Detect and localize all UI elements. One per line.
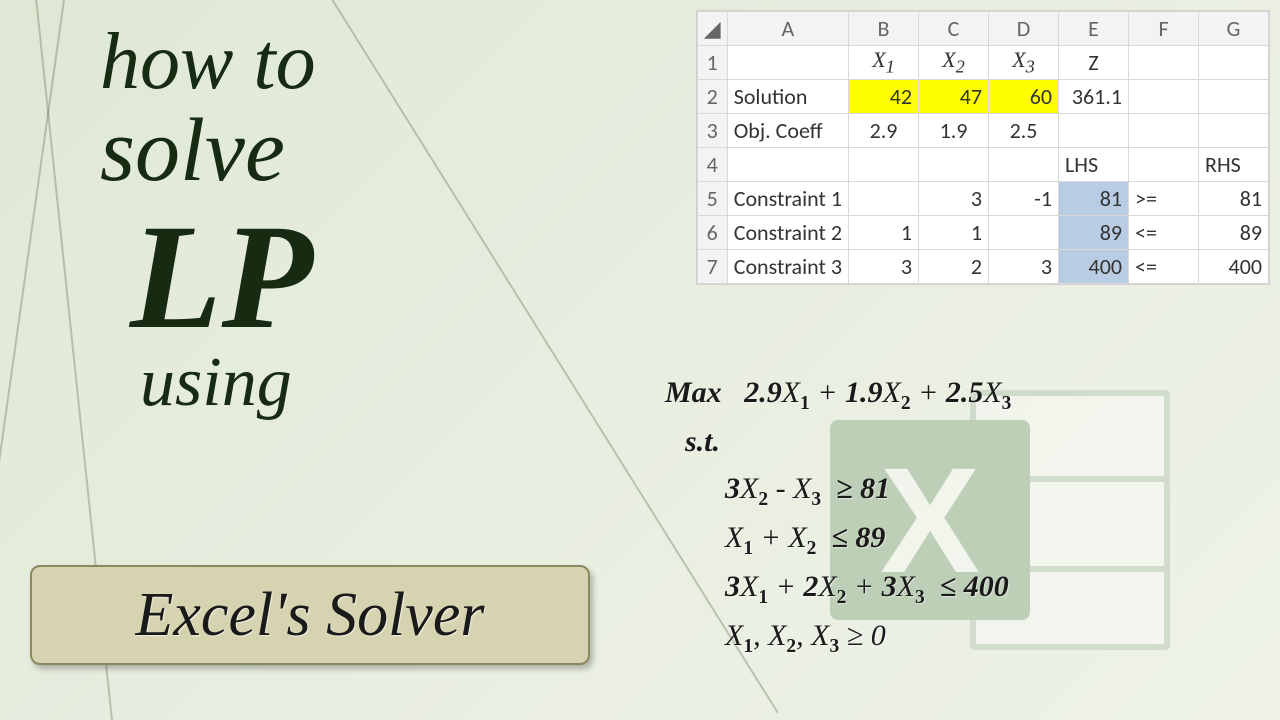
row-header: 6 xyxy=(697,216,727,250)
title-line-4: using xyxy=(140,346,316,420)
table-row: 5 Constraint 1 3 -1 81 >= 81 xyxy=(697,182,1268,216)
cell-solution-x1: 42 xyxy=(849,80,919,114)
title-line-2: solve xyxy=(100,104,316,199)
constraint-line: 3X1 + 2X2 + 3X3 ≤ 400 xyxy=(725,564,1195,613)
row-header: 3 xyxy=(697,114,727,148)
col-header: F xyxy=(1129,12,1199,46)
col-header: E xyxy=(1059,12,1129,46)
cell-label: Constraint 2 xyxy=(727,216,848,250)
cell-rhs: 81 xyxy=(1199,182,1269,216)
table-row: 3 Obj. Coeff 2.9 1.9 2.5 xyxy=(697,114,1268,148)
table-row: 6 Constraint 2 1 1 89 <= 89 xyxy=(697,216,1268,250)
table-row: 2 Solution 42 47 60 361.1 xyxy=(697,80,1268,114)
lp-formulation: Max 2.9X1 + 1.9X2 + 2.5X3 s.t. 3X2 - X3 … xyxy=(665,370,1195,663)
title-block: how to solve LP using xyxy=(100,20,316,420)
subject-to: s.t. xyxy=(685,419,1195,466)
table-row: 4 LHS RHS xyxy=(697,148,1268,182)
constraint-line: X1 + X2 ≤ 89 xyxy=(725,515,1195,564)
column-headers: ◢ A B C D E F G xyxy=(697,12,1268,46)
title-line-1: how to xyxy=(100,20,316,104)
cell-rhs: 400 xyxy=(1199,250,1269,284)
cell-label: LHS xyxy=(1059,148,1129,182)
cell-label: Constraint 1 xyxy=(727,182,848,216)
cell-objective: 361.1 xyxy=(1059,80,1129,114)
cell-label: Solution xyxy=(727,80,848,114)
cell-op: >= xyxy=(1129,182,1199,216)
nonneg-line: X1, X2, X3 ≥ 0 xyxy=(725,613,1195,662)
cell-lhs: 400 xyxy=(1059,250,1129,284)
cell-solution-x2: 47 xyxy=(919,80,989,114)
cell-solution-x3: 60 xyxy=(989,80,1059,114)
row-header: 7 xyxy=(697,250,727,284)
col-header: B xyxy=(849,12,919,46)
cell-label: Constraint 3 xyxy=(727,250,848,284)
col-header: G xyxy=(1199,12,1269,46)
cell-op: <= xyxy=(1129,216,1199,250)
cell-lhs: 89 xyxy=(1059,216,1129,250)
cell-label: Obj. Coeff xyxy=(727,114,848,148)
select-all-corner: ◢ xyxy=(697,12,727,46)
col-header: A xyxy=(727,12,848,46)
title-line-3: LP xyxy=(130,199,316,357)
constraint-line: 3X2 - X3 ≥ 81 xyxy=(725,466,1195,515)
cell-label: RHS xyxy=(1199,148,1269,182)
row-header: 5 xyxy=(697,182,727,216)
cell-rhs: 89 xyxy=(1199,216,1269,250)
row-header: 2 xyxy=(697,80,727,114)
cell-lhs: 81 xyxy=(1059,182,1129,216)
cell-op: <= xyxy=(1129,250,1199,284)
col-header: C xyxy=(919,12,989,46)
excel-solver-label: Excel's Solver xyxy=(30,565,590,665)
objective-line: Max 2.9X1 + 1.9X2 + 2.5X3 xyxy=(665,370,1195,419)
spreadsheet: ◢ A B C D E F G 1 X1 X2 X3 Z 2 Solution … xyxy=(696,10,1270,285)
table-row: 7 Constraint 3 3 2 3 400 <= 400 xyxy=(697,250,1268,284)
row-header: 1 xyxy=(697,46,727,80)
row-header: 4 xyxy=(697,148,727,182)
col-header: D xyxy=(989,12,1059,46)
table-row: 1 X1 X2 X3 Z xyxy=(697,46,1268,80)
